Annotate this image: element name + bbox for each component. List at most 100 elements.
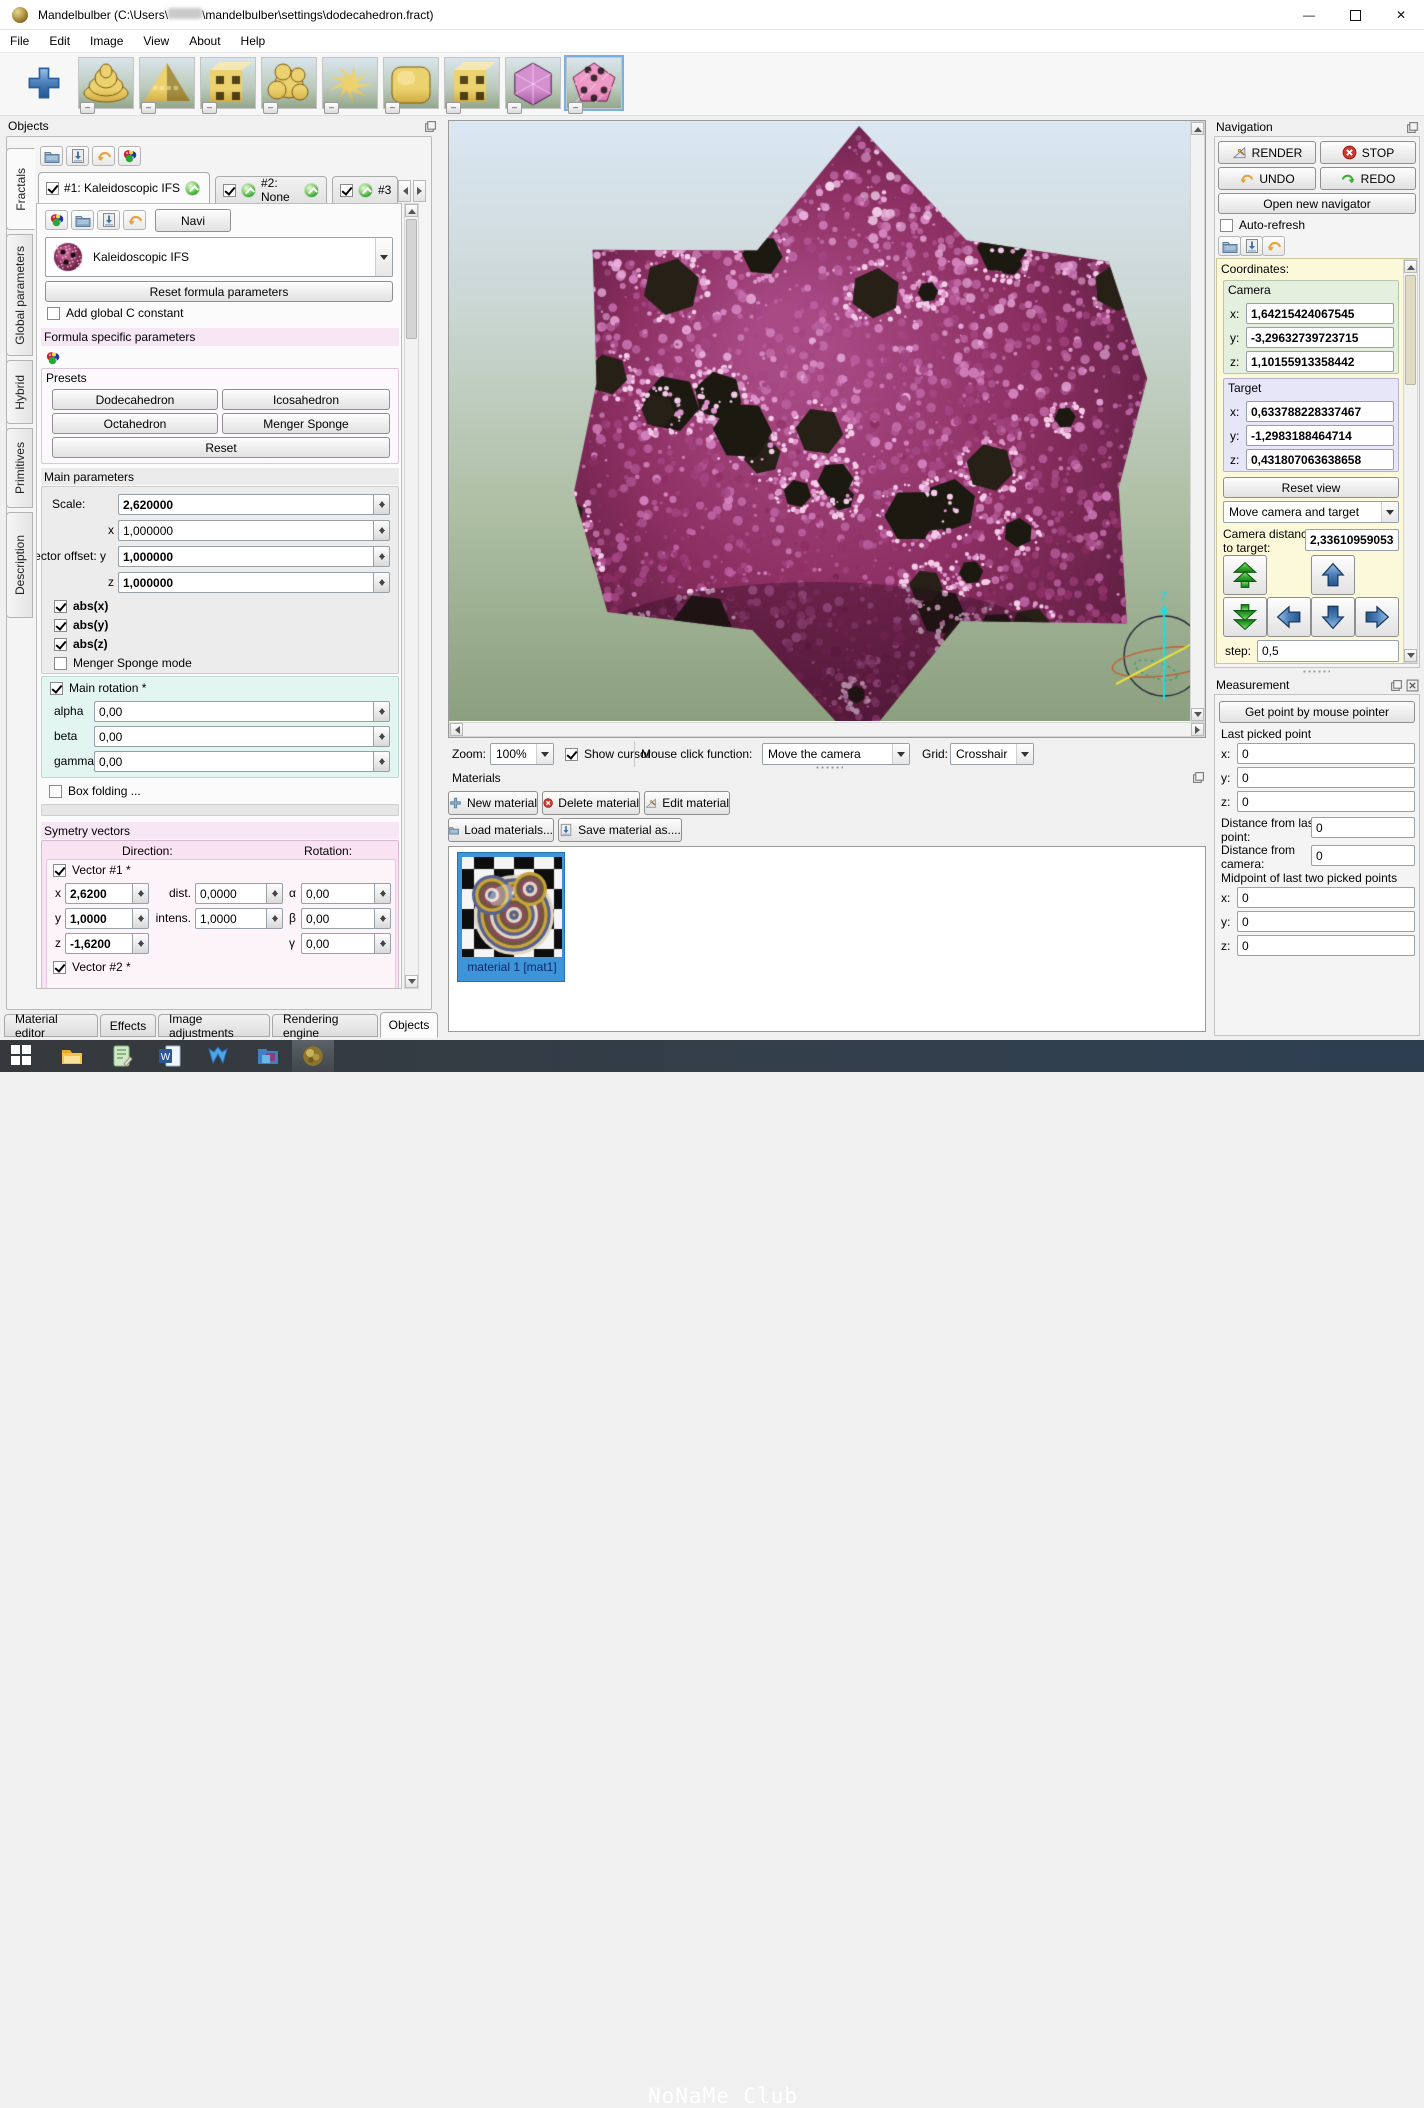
remove-preset-button[interactable]: –: [80, 102, 95, 114]
alpha-spin-buttons[interactable]: [373, 701, 390, 722]
coords-scroll-down[interactable]: [1404, 649, 1417, 662]
dock-tab-material-editor[interactable]: Material editor: [4, 1014, 98, 1037]
scale-spinbox[interactable]: [118, 494, 390, 515]
formula-3-enabled-checkbox[interactable]: [340, 184, 353, 197]
preset-dodecahedron-ifs[interactable]: –: [566, 57, 622, 109]
v1-alpha-input[interactable]: [301, 883, 374, 904]
preset-sierpinski-pyramid[interactable]: –: [139, 57, 195, 109]
add-global-c-checkbox[interactable]: [47, 307, 60, 320]
vector2-row[interactable]: Vector #2 *: [53, 960, 131, 974]
tabs-scroll-left[interactable]: [398, 180, 411, 202]
step-input[interactable]: [1257, 640, 1399, 662]
insert-formula-icon[interactable]: [241, 183, 256, 198]
gamma-spin-buttons[interactable]: [373, 751, 390, 772]
save-material-as-button[interactable]: Save material as....: [558, 818, 682, 842]
scrollbar-thumb[interactable]: [406, 219, 417, 339]
camera-distance-input[interactable]: [1305, 529, 1399, 551]
show-cursor-checkbox[interactable]: [565, 748, 578, 761]
offset-x-spinbox[interactable]: [118, 520, 390, 541]
box-folding-checkbox[interactable]: [49, 785, 62, 798]
navigation-float-icon[interactable]: [1406, 121, 1419, 134]
render-scroll-down[interactable]: [1191, 708, 1204, 721]
word-icon[interactable]: W: [158, 1044, 182, 1068]
offset-y-input[interactable]: [118, 546, 373, 567]
remove-preset-button[interactable]: –: [141, 102, 156, 114]
delete-material-button[interactable]: Delete material: [542, 791, 640, 815]
randomize-fractals-icon[interactable]: [118, 146, 141, 166]
menu-image[interactable]: Image: [80, 31, 133, 51]
show-cursor-row[interactable]: Show cursor: [565, 747, 651, 761]
dock-tab-objects[interactable]: Objects: [380, 1012, 438, 1038]
box-folding-row[interactable]: Box folding ...: [49, 784, 141, 798]
navi-button[interactable]: Navi: [155, 209, 231, 232]
add-preset-button[interactable]: [26, 65, 62, 101]
v1x-input[interactable]: [65, 883, 132, 904]
scale-input[interactable]: [118, 494, 373, 515]
formula-select[interactable]: Kaleidoscopic IFS: [45, 237, 393, 277]
preset-menger-variant[interactable]: –: [444, 57, 500, 109]
offset-z-spinbox[interactable]: [118, 572, 390, 593]
v1-dist-spinbox[interactable]: [195, 883, 283, 904]
picked-x-input[interactable]: [1237, 743, 1415, 764]
offset-z-input[interactable]: [118, 572, 373, 593]
minimize-button[interactable]: —: [1286, 0, 1332, 30]
remove-preset-button[interactable]: –: [446, 102, 461, 114]
menu-edit[interactable]: Edit: [39, 31, 80, 51]
blue-w-app-icon[interactable]: [206, 1044, 230, 1068]
remove-preset-button[interactable]: –: [507, 102, 522, 114]
render-canvas[interactable]: [449, 121, 1190, 721]
remove-preset-button[interactable]: –: [385, 102, 400, 114]
gamma-input[interactable]: [94, 751, 373, 772]
abs-x-row[interactable]: abs(x): [54, 599, 108, 613]
tab-primitives[interactable]: Primitives: [6, 428, 33, 508]
formula-load-icon[interactable]: [71, 210, 94, 230]
abs-z-row[interactable]: abs(z): [54, 637, 108, 651]
redo-button[interactable]: REDO: [1320, 167, 1416, 190]
v1-beta-spinbox[interactable]: [301, 908, 391, 929]
grid-combo[interactable]: Crosshair: [950, 743, 1034, 765]
move-backward-button[interactable]: [1223, 597, 1267, 637]
render-scroll-right[interactable]: [1191, 723, 1204, 736]
remove-preset-button[interactable]: –: [324, 102, 339, 114]
material-item[interactable]: material 1 [mat1]: [457, 852, 565, 982]
load-fractals-icon[interactable]: [40, 146, 63, 166]
tab-hybrid[interactable]: Hybrid: [6, 360, 33, 424]
menu-file[interactable]: File: [0, 31, 39, 51]
formula-save-icon[interactable]: [97, 210, 120, 230]
get-point-button[interactable]: Get point by mouse pointer: [1219, 701, 1415, 723]
preset-dodecahedron-button[interactable]: Dodecahedron: [52, 389, 218, 410]
target-x-input[interactable]: [1246, 401, 1394, 422]
vector2-checkbox[interactable]: [53, 961, 66, 974]
scroll-down-arrow[interactable]: [405, 975, 418, 988]
camera-y-input[interactable]: [1246, 327, 1394, 348]
save-fractals-icon[interactable]: [66, 146, 89, 166]
pictures-folder-icon[interactable]: [256, 1044, 280, 1068]
render-hscroll[interactable]: [449, 722, 1205, 737]
menger-mode-row[interactable]: Menger Sponge mode: [54, 656, 192, 670]
midpoint-z-input[interactable]: [1237, 935, 1415, 956]
file-explorer-icon[interactable]: [60, 1044, 84, 1068]
coords-scroll-thumb[interactable]: [1405, 275, 1416, 385]
menu-about[interactable]: About: [179, 31, 230, 51]
alpha-spinbox[interactable]: [94, 701, 390, 722]
menu-help[interactable]: Help: [231, 31, 276, 51]
add-global-c-row[interactable]: Add global C constant: [47, 306, 183, 320]
stop-button[interactable]: STOP: [1320, 141, 1416, 164]
menu-view[interactable]: View: [133, 31, 179, 51]
zoom-combo[interactable]: 100%: [490, 743, 554, 765]
v1-beta-input[interactable]: [301, 908, 374, 929]
vector1-checkbox[interactable]: [53, 864, 66, 877]
measurement-float-icon[interactable]: [1390, 679, 1403, 692]
collapsed-group[interactable]: [41, 804, 399, 816]
scale-spin-buttons[interactable]: [373, 494, 390, 515]
mouse-function-combo[interactable]: Move the camera: [762, 743, 910, 765]
preset-menger-cube[interactable]: –: [200, 57, 256, 109]
mandelbulber-taskbar-icon[interactable]: [301, 1044, 325, 1068]
move-up-button[interactable]: [1311, 555, 1355, 595]
beta-spinbox[interactable]: [94, 726, 390, 747]
nav-save-icon[interactable]: [1240, 236, 1263, 256]
formula-randomize-icon[interactable]: [45, 210, 68, 230]
preset-ifs-blob[interactable]: –: [261, 57, 317, 109]
tab-global-parameters[interactable]: Global parameters: [6, 234, 33, 356]
coordinates-scrollbar[interactable]: [1403, 259, 1418, 663]
